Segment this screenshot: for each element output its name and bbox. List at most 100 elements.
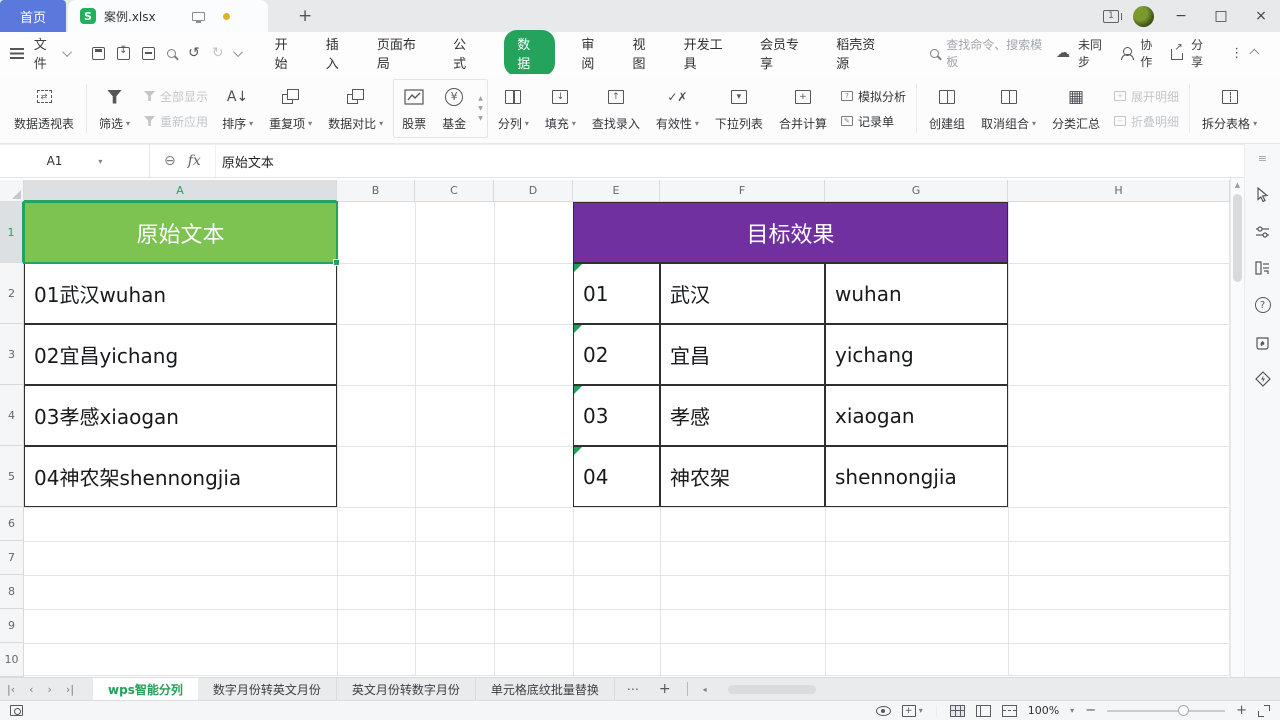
column-header-F[interactable]: F: [660, 180, 825, 202]
zoom-out-button[interactable]: −: [1085, 703, 1096, 718]
cell-E5[interactable]: 04: [573, 446, 660, 507]
show-all-button[interactable]: 全部显示: [144, 88, 208, 105]
tab-member[interactable]: 会员专享: [760, 34, 810, 72]
tab-review[interactable]: 审阅: [581, 34, 606, 72]
reapply-button[interactable]: 重新应用: [144, 113, 208, 130]
highlight-crosshair-button[interactable]: + ▾: [901, 704, 923, 717]
cell-A4[interactable]: 03孝感xiaogan: [24, 385, 337, 446]
fill-button[interactable]: ↓ 填充 ▾: [537, 74, 584, 143]
tab-page-layout[interactable]: 页面布局: [377, 34, 427, 72]
tab-developer[interactable]: 开发工具: [684, 34, 734, 72]
stock-button[interactable]: 股票: [394, 86, 434, 132]
row-header-5[interactable]: 5: [0, 446, 24, 507]
window-manager-badge[interactable]: 1: [1103, 9, 1122, 23]
pointer-tool-icon[interactable]: [1254, 185, 1272, 203]
zoom-slider[interactable]: [1107, 704, 1226, 716]
row-header-3[interactable]: 3: [0, 324, 24, 385]
tab-insert[interactable]: 插入: [326, 34, 351, 72]
row-header-6[interactable]: 6: [0, 507, 24, 541]
zoom-in-button[interactable]: +: [1236, 703, 1247, 718]
cell-E1-right-table-header[interactable]: 目标效果: [573, 202, 1008, 263]
first-sheet-icon[interactable]: |‹: [0, 683, 22, 696]
share-icon[interactable]: [1171, 42, 1184, 60]
more-sheets-icon[interactable]: ⋯: [615, 682, 651, 696]
zoom-slider-thumb[interactable]: [1177, 704, 1189, 716]
split-sheet-button[interactable]: 拆分表格 ▾: [1194, 74, 1265, 143]
print-preview-icon[interactable]: [167, 48, 177, 58]
last-sheet-icon[interactable]: ›|: [59, 683, 81, 696]
row-header-9[interactable]: 9: [0, 609, 24, 643]
row-header-8[interactable]: 8: [0, 575, 24, 609]
sheet-tab-3[interactable]: 英文月份转数字月份: [337, 677, 476, 701]
consolidate-button[interactable]: + 合并计算: [771, 74, 835, 143]
row-header-7[interactable]: 7: [0, 541, 24, 575]
filter-button[interactable]: 筛选 ▾: [91, 74, 138, 143]
validation-button[interactable]: ✓✗ 有效性 ▾: [648, 74, 707, 143]
help-icon[interactable]: ?: [1254, 296, 1272, 314]
cell-F3[interactable]: 宜昌: [660, 324, 825, 385]
tab-data-active[interactable]: 数据: [504, 30, 556, 76]
command-search-box[interactable]: 查找命令、搜索模板: [930, 36, 1052, 70]
print-icon[interactable]: [142, 46, 156, 60]
insert-function-icon[interactable]: fx: [188, 153, 201, 169]
add-sheet-button[interactable]: +: [651, 681, 679, 697]
collapse-detail-button[interactable]: − 折叠明细: [1114, 113, 1179, 130]
row-header-1[interactable]: 1: [0, 202, 24, 263]
zoom-caret-icon[interactable]: ▾: [1070, 706, 1074, 715]
presentation-monitor-icon[interactable]: [191, 11, 205, 23]
hscroll-left-icon[interactable]: ◂: [696, 685, 714, 694]
row-header-10[interactable]: 10: [0, 643, 24, 677]
cell-F4[interactable]: 孝感: [660, 385, 825, 446]
lookup-entry-button[interactable]: ↑ 查找录入: [584, 74, 648, 143]
collaborate-label[interactable]: 协作: [1140, 36, 1163, 70]
column-header-D[interactable]: D: [494, 180, 573, 202]
collapse-ribbon-icon[interactable]: [1249, 48, 1260, 58]
reading-mode-eye-icon[interactable]: [875, 705, 891, 716]
hot-recommend-icon[interactable]: [1254, 333, 1272, 351]
user-avatar[interactable]: [1133, 5, 1154, 27]
tab-formulas[interactable]: 公式: [453, 34, 478, 72]
tab-view[interactable]: 视图: [633, 34, 658, 72]
cell-A5[interactable]: 04神农架shennongjia: [24, 446, 337, 507]
what-if-analysis-button[interactable]: ? 模拟分析: [840, 88, 906, 105]
redo-icon[interactable]: ↻: [212, 45, 224, 61]
page-break-view-icon[interactable]: [1001, 704, 1017, 717]
cell-A3[interactable]: 02宜昌yichang: [24, 324, 337, 385]
spreadsheet-grid[interactable]: A B C D E F G H 1 2 3 4 5 6 7 8 9 10 原始文…: [0, 178, 1230, 677]
file-menu-caret-icon[interactable]: [62, 46, 73, 57]
vertical-scroll-thumb[interactable]: [1233, 194, 1242, 282]
zoom-out-formula-icon[interactable]: ⊖: [164, 153, 176, 169]
cell-A2[interactable]: 01武汉wuhan: [24, 263, 337, 324]
cell-F5[interactable]: 神农架: [660, 446, 825, 507]
sheet-tab-4[interactable]: 单元格底纹批量替换: [476, 677, 615, 701]
expand-detail-button[interactable]: + 展开明细: [1114, 88, 1179, 105]
sync-status-label[interactable]: 未同步: [1078, 36, 1113, 70]
column-header-H[interactable]: H: [1008, 180, 1230, 202]
minimize-button[interactable]: −: [1168, 8, 1194, 24]
column-header-E[interactable]: E: [573, 180, 660, 202]
sidebar-handle-icon[interactable]: ≡: [1258, 152, 1267, 165]
pivot-pane-icon[interactable]: [1254, 259, 1272, 277]
name-box-caret-icon[interactable]: ▾: [98, 157, 102, 166]
name-box[interactable]: A1 ▾: [0, 145, 150, 177]
sheet-tab-active[interactable]: wps智能分列: [93, 677, 198, 701]
subtotal-button[interactable]: ▦ 分类汇总: [1044, 74, 1108, 143]
gallery-scroll-arrows[interactable]: ▲ ▼ ▼: [474, 95, 487, 122]
ungroup-button[interactable]: 取消组合 ▾: [973, 74, 1044, 143]
row-header-2[interactable]: 2: [0, 263, 24, 324]
prev-sheet-icon[interactable]: ‹: [22, 683, 40, 696]
cell-E4[interactable]: 03: [573, 385, 660, 446]
text-to-columns-button[interactable]: 分列 ▾: [490, 74, 537, 143]
output-icon[interactable]: [117, 45, 131, 60]
quick-tools-lightning-icon[interactable]: [1254, 370, 1272, 388]
fund-button[interactable]: ¥ 基金: [434, 86, 474, 132]
scroll-up-icon[interactable]: ▲: [1231, 181, 1244, 189]
tab-scroll-divider[interactable]: [686, 682, 688, 696]
cell-G5[interactable]: shennongjia: [825, 446, 1008, 507]
cell-A1-left-table-header[interactable]: 原始文本: [24, 202, 337, 263]
save-icon[interactable]: [92, 46, 106, 60]
maximize-button[interactable]: □: [1208, 8, 1234, 24]
horizontal-scroll-thumb[interactable]: [727, 684, 816, 694]
fullscreen-icon[interactable]: [1258, 704, 1270, 717]
cell-G2[interactable]: wuhan: [825, 263, 1008, 324]
